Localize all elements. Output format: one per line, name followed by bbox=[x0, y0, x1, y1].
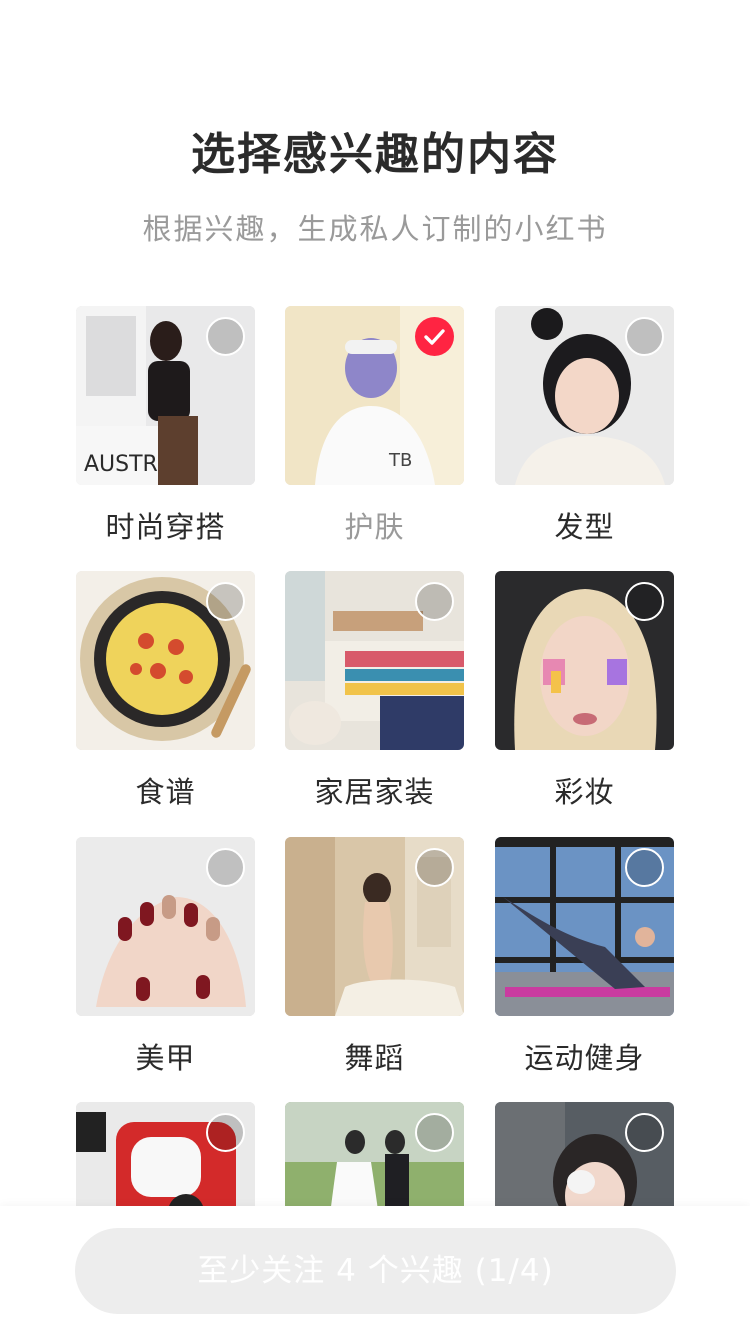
dance-thumbnail bbox=[285, 837, 464, 1016]
topic-grid: AUSTR 时尚穿搭 TB 护肤 发型 食谱 家居家装 彩妆 美甲 舞蹈 运动健… bbox=[76, 306, 674, 1281]
topic-tile-fashion[interactable]: AUSTR 时尚穿搭 bbox=[76, 306, 255, 544]
select-indicator[interactable] bbox=[415, 848, 454, 887]
topic-tile-home-decor[interactable]: 家居家装 bbox=[285, 571, 464, 809]
topic-label: 舞蹈 bbox=[344, 1041, 405, 1075]
topic-label: 护肤 bbox=[344, 510, 405, 544]
svg-text:TB: TB bbox=[388, 450, 412, 471]
topic-label: 发型 bbox=[554, 510, 615, 544]
topic-tile-makeup[interactable]: 彩妆 bbox=[495, 571, 674, 809]
topic-tile-recipes[interactable]: 食谱 bbox=[76, 571, 255, 809]
select-indicator[interactable] bbox=[415, 582, 454, 621]
home-decor-thumbnail bbox=[285, 571, 464, 750]
select-indicator[interactable] bbox=[206, 317, 245, 356]
select-indicator[interactable] bbox=[625, 1113, 664, 1152]
topic-tile-dance[interactable]: 舞蹈 bbox=[285, 837, 464, 1075]
topic-tile-hairstyle[interactable]: 发型 bbox=[495, 306, 674, 544]
recipes-thumbnail bbox=[76, 571, 255, 750]
nails-thumbnail bbox=[76, 837, 255, 1016]
skincare-thumbnail: TB bbox=[285, 306, 464, 485]
select-indicator[interactable] bbox=[625, 317, 664, 356]
topic-tile-nails[interactable]: 美甲 bbox=[76, 837, 255, 1075]
makeup-thumbnail bbox=[495, 571, 674, 750]
topic-label: 家居家装 bbox=[314, 775, 435, 809]
topic-label: 美甲 bbox=[135, 1041, 196, 1075]
page-title: 选择感兴趣的内容 bbox=[191, 129, 559, 180]
select-indicator[interactable] bbox=[415, 1113, 454, 1152]
select-indicator[interactable] bbox=[206, 848, 245, 887]
selected-check-icon[interactable] bbox=[415, 317, 454, 356]
topic-tile-fitness[interactable]: 运动健身 bbox=[495, 837, 674, 1075]
follow-interests-button[interactable]: 至少关注 4 个兴趣 (1/4) bbox=[75, 1228, 676, 1314]
select-indicator[interactable] bbox=[625, 582, 664, 621]
hairstyle-thumbnail bbox=[495, 306, 674, 485]
fitness-thumbnail bbox=[495, 837, 674, 1016]
topic-label: 时尚穿搭 bbox=[105, 510, 226, 544]
select-indicator[interactable] bbox=[206, 582, 245, 621]
topic-label: 食谱 bbox=[135, 775, 196, 809]
select-indicator[interactable] bbox=[625, 848, 664, 887]
topic-label: 彩妆 bbox=[554, 775, 615, 809]
page-subtitle: 根据兴趣，生成私人订制的小红书 bbox=[142, 212, 608, 246]
topic-label: 运动健身 bbox=[524, 1041, 645, 1075]
select-indicator[interactable] bbox=[206, 1113, 245, 1152]
topic-tile-skincare[interactable]: TB 护肤 bbox=[285, 306, 464, 544]
svg-text:AUSTR: AUSTR bbox=[84, 452, 158, 477]
interest-selection-screen: 选择感兴趣的内容 根据兴趣，生成私人订制的小红书 AUSTR 时尚穿搭 TB 护… bbox=[0, 0, 750, 1334]
fashion-thumbnail: AUSTR bbox=[76, 306, 255, 485]
